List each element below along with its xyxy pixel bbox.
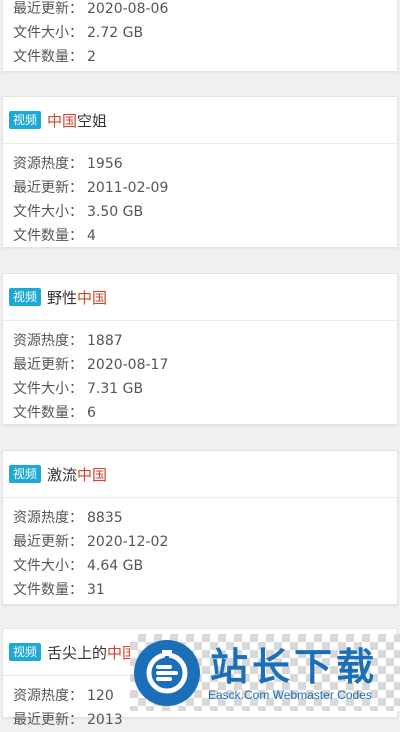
card-title-row[interactable]: 视频 野性中国 xyxy=(3,274,397,321)
detail-size: 文件大小： 3.50 GB xyxy=(13,204,144,220)
watermark-title: 站长下载 xyxy=(210,645,379,689)
watermark: 站长下载 Easck.Com Webmaster Codes xyxy=(130,634,400,711)
video-badge: 视频 xyxy=(9,643,42,661)
card-details: 资源热度： 1887 最近更新： 2020-08-17 文件大小： 7.31 GB 文… xyxy=(3,321,397,425)
detail-updated: 最近更新： 2011-02-09 xyxy=(13,180,169,196)
card-title[interactable]: 激流中国 xyxy=(47,464,107,485)
card-title[interactable]: 中国空姐 xyxy=(47,110,107,131)
detail-popularity: 资源热度： 8835 xyxy=(13,510,123,526)
detail-count: 文件数量： 4 xyxy=(13,228,96,244)
resource-card[interactable]: 视频 激流中国 资源热度： 8835 最近更新： 2020-12-02 文件大小： 4… xyxy=(2,450,398,605)
watermark-subtitle: Easck.Com Webmaster Codes xyxy=(208,688,372,702)
video-badge: 视频 xyxy=(9,288,42,306)
detail-size: 文件大小： 2.72 GB xyxy=(13,25,144,41)
detail-updated: 最近更新： 2020-08-06 xyxy=(13,1,169,17)
detail-size: 文件大小： 7.31 GB xyxy=(13,381,144,397)
detail-updated: 最近更新： 2020-12-02 xyxy=(13,534,169,550)
detail-popularity: 资源热度： 1887 xyxy=(13,333,123,349)
detail-count: 文件数量： 6 xyxy=(13,405,96,421)
card-title-row[interactable]: 视频 中国空姐 xyxy=(3,97,397,144)
resource-card[interactable]: 视频 野性中国 资源热度： 1887 最近更新： 2020-08-17 文件大小： 7… xyxy=(2,273,398,425)
detail-count: 文件数量： 31 xyxy=(13,582,105,598)
card-details: 最近更新： 2020-08-06 文件大小： 2.72 GB 文件数量： 2 xyxy=(3,0,397,69)
card-title-row[interactable]: 视频 激流中国 xyxy=(3,451,397,498)
resource-card[interactable]: 视频 中国空姐 资源热度： 1956 最近更新： 2011-02-09 文件大小： 3… xyxy=(2,96,398,248)
detail-popularity: 资源热度： 1956 xyxy=(13,156,123,172)
resource-card[interactable]: 最近更新： 2020-08-06 文件大小： 2.72 GB 文件数量： 2 xyxy=(2,0,398,72)
card-title[interactable]: 舌尖上的中国 xyxy=(47,642,137,663)
detail-size: 文件大小： 4.64 GB xyxy=(13,558,144,574)
video-badge: 视频 xyxy=(9,111,42,129)
detail-count: 文件数量： 2 xyxy=(13,49,96,65)
detail-updated: 最近更新： 2013 xyxy=(13,712,123,728)
card-details: 资源热度： 1956 最近更新： 2011-02-09 文件大小： 3.50 GB 文… xyxy=(3,144,397,248)
easck-logo-icon xyxy=(134,640,200,706)
card-details: 资源热度： 8835 最近更新： 2020-12-02 文件大小： 4.64 GB 文… xyxy=(3,498,397,602)
detail-updated: 最近更新： 2020-08-17 xyxy=(13,357,169,373)
video-badge: 视频 xyxy=(9,465,42,483)
card-title[interactable]: 野性中国 xyxy=(47,287,107,308)
